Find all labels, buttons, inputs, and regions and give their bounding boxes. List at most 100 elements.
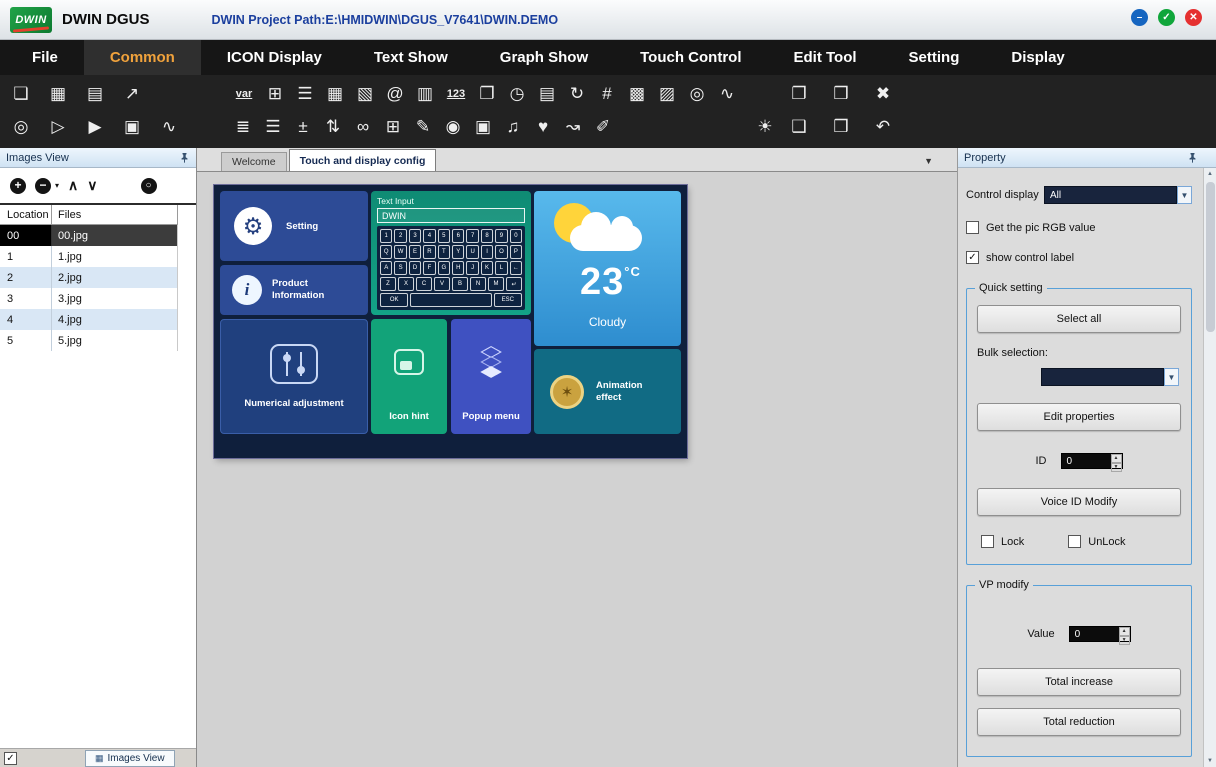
screen-preview[interactable]: ⚙ Setting Text Input DWIN 1234567890 QWE… xyxy=(214,185,687,458)
animation-effect-tile[interactable]: ✶ Animation effect xyxy=(534,349,681,434)
keyboard-key[interactable]: 4 xyxy=(423,229,435,243)
image-row[interactable]: 2 2.jpg xyxy=(0,267,177,288)
keyboard-key[interactable] xyxy=(410,293,491,307)
control-display-dropdown-button[interactable]: ▼ xyxy=(1177,186,1192,204)
restore-button[interactable]: ✓ xyxy=(1158,9,1175,26)
image-row[interactable]: 4 4.jpg xyxy=(0,309,177,330)
new-screen-icon[interactable]: ❏ xyxy=(10,82,32,106)
menu-item[interactable]: Graph Show xyxy=(474,40,614,75)
setting-tile[interactable]: ⚙ Setting xyxy=(220,191,368,261)
table-edit-icon[interactable]: ⊞ xyxy=(382,115,404,139)
image-row[interactable]: 3 3.jpg xyxy=(0,288,177,309)
keyboard-key[interactable]: 9 xyxy=(495,229,507,243)
minimize-button[interactable]: – xyxy=(1131,9,1148,26)
menu-item[interactable]: Setting xyxy=(883,40,986,75)
at-display-icon[interactable]: @ xyxy=(384,82,406,106)
vp-value-input[interactable]: 0 ▲▼ xyxy=(1069,626,1131,642)
gesture-icon[interactable]: ♥ xyxy=(532,115,554,139)
show-control-label-checkbox[interactable]: show control label xyxy=(966,251,1192,264)
scrollbar-thumb[interactable] xyxy=(1206,182,1215,332)
undo-icon[interactable]: ↶ xyxy=(872,115,894,139)
keyboard-key[interactable]: L xyxy=(495,261,507,275)
keyboard-key[interactable]: 1 xyxy=(380,229,392,243)
slider-display-icon[interactable]: ☰ xyxy=(294,82,316,106)
locate-button[interactable]: ○ xyxy=(141,178,157,194)
menu-item[interactable]: ICON Display xyxy=(201,40,348,75)
images-view-tab[interactable]: ▦ Images View xyxy=(85,750,175,767)
image-row[interactable]: 5 5.jpg xyxy=(0,330,177,351)
play-all-icon[interactable]: ▶ xyxy=(84,115,106,139)
menu-item[interactable]: File xyxy=(6,40,84,75)
voice-id-modify-button[interactable]: Voice ID Modify xyxy=(977,488,1181,516)
keyboard-key[interactable]: G xyxy=(438,261,450,275)
keyboard-key[interactable]: M xyxy=(488,277,504,291)
bulk-selection-dropdown-button[interactable]: ▼ xyxy=(1164,368,1179,386)
text-circle-icon[interactable]: ◉ xyxy=(442,115,464,139)
move-down-button[interactable]: ∨ xyxy=(87,177,97,194)
date-display-icon[interactable]: ▥ xyxy=(414,82,436,106)
keyboard-key[interactable]: 8 xyxy=(481,229,493,243)
keyboard-key[interactable]: N xyxy=(470,277,486,291)
property-scrollbar[interactable]: ▲ ▼ xyxy=(1203,168,1216,767)
keyboard-key[interactable]: H xyxy=(452,261,464,275)
numeric-display-icon[interactable]: ▦ xyxy=(324,82,346,106)
keyboard-key[interactable]: Y xyxy=(452,245,464,259)
keyboard-key[interactable]: Z xyxy=(380,277,396,291)
menu-item[interactable]: Common xyxy=(84,40,201,75)
export-icon[interactable]: ↗ xyxy=(121,82,143,106)
lock-checkbox[interactable]: Lock xyxy=(981,535,1024,548)
menu-item[interactable]: Display xyxy=(985,40,1090,75)
id-input[interactable]: 0 ▲▼ xyxy=(1061,453,1123,469)
keyboard-key[interactable]: E xyxy=(409,245,421,259)
weather-tile[interactable]: 23°C Cloudy xyxy=(534,191,681,346)
tab-touch-display-config[interactable]: Touch and display config xyxy=(289,149,437,171)
keyboard-key[interactable]: 6 xyxy=(452,229,464,243)
pen-icon[interactable]: ✎ xyxy=(412,115,434,139)
keyboard-key[interactable]: I xyxy=(481,245,493,259)
unlock-checkbox[interactable]: UnLock xyxy=(1068,535,1125,548)
keyboard-key[interactable]: F xyxy=(423,261,435,275)
keyboard-key[interactable]: ← xyxy=(510,261,522,275)
keyboard-key[interactable]: K xyxy=(481,261,493,275)
control-display-select[interactable]: All xyxy=(1044,186,1177,204)
link-icon[interactable]: ∞ xyxy=(352,115,374,139)
keyboard-key[interactable]: X xyxy=(398,277,414,291)
table-display-icon[interactable]: ⊞ xyxy=(264,82,286,106)
keyboard-key[interactable]: A xyxy=(380,261,392,275)
pin-icon[interactable] xyxy=(179,152,190,163)
roller-display-icon[interactable]: ◎ xyxy=(686,82,708,106)
keyboard-key[interactable]: ↵ xyxy=(506,277,522,291)
numerical-adjustment-tile[interactable]: Numerical adjustment xyxy=(220,319,368,434)
variable-icon[interactable]: var xyxy=(232,82,256,106)
edit-properties-button[interactable]: Edit properties xyxy=(977,403,1181,431)
total-reduction-button[interactable]: Total reduction xyxy=(977,708,1181,736)
keyboard-key[interactable]: R xyxy=(423,245,435,259)
keyboard-key[interactable]: C xyxy=(416,277,432,291)
file-display-icon[interactable]: ❐ xyxy=(476,82,498,106)
qr-display-icon[interactable]: ▩ xyxy=(626,82,648,106)
adjust-icon[interactable]: ⇅ xyxy=(322,115,344,139)
brush-icon[interactable]: ✐ xyxy=(592,115,614,139)
plus-minus-icon[interactable]: ± xyxy=(292,115,314,139)
clock-display-icon[interactable]: ◷ xyxy=(506,82,528,106)
number-display-icon[interactable]: 123 xyxy=(444,82,468,106)
keyboard-key[interactable]: 0 xyxy=(510,229,522,243)
keyboard-key[interactable]: D xyxy=(409,261,421,275)
copy-icon[interactable]: ❐ xyxy=(788,82,810,106)
tab-welcome[interactable]: Welcome xyxy=(221,152,287,171)
list-icon[interactable]: ☰ xyxy=(262,115,284,139)
paste-icon[interactable]: ❑ xyxy=(788,115,810,139)
popup-menu-tile[interactable]: ◇◇◆ Popup menu xyxy=(451,319,531,434)
menu-item[interactable]: Edit Tool xyxy=(768,40,883,75)
keyboard-key[interactable]: ESC xyxy=(494,293,522,307)
scroll-down-icon[interactable]: ▼ xyxy=(1207,755,1213,767)
image-display-icon[interactable]: ▧ xyxy=(354,82,376,106)
lasso-icon[interactable]: ↝ xyxy=(562,115,584,139)
keyboard-key[interactable]: 2 xyxy=(394,229,406,243)
preview-icon[interactable]: ◎ xyxy=(10,115,32,139)
keyboard-key[interactable]: S xyxy=(394,261,406,275)
keyboard-key[interactable]: 3 xyxy=(409,229,421,243)
wave-icon[interactable]: ∿ xyxy=(158,115,180,139)
keyboard-key[interactable]: 5 xyxy=(438,229,450,243)
total-increase-button[interactable]: Total increase xyxy=(977,668,1181,696)
